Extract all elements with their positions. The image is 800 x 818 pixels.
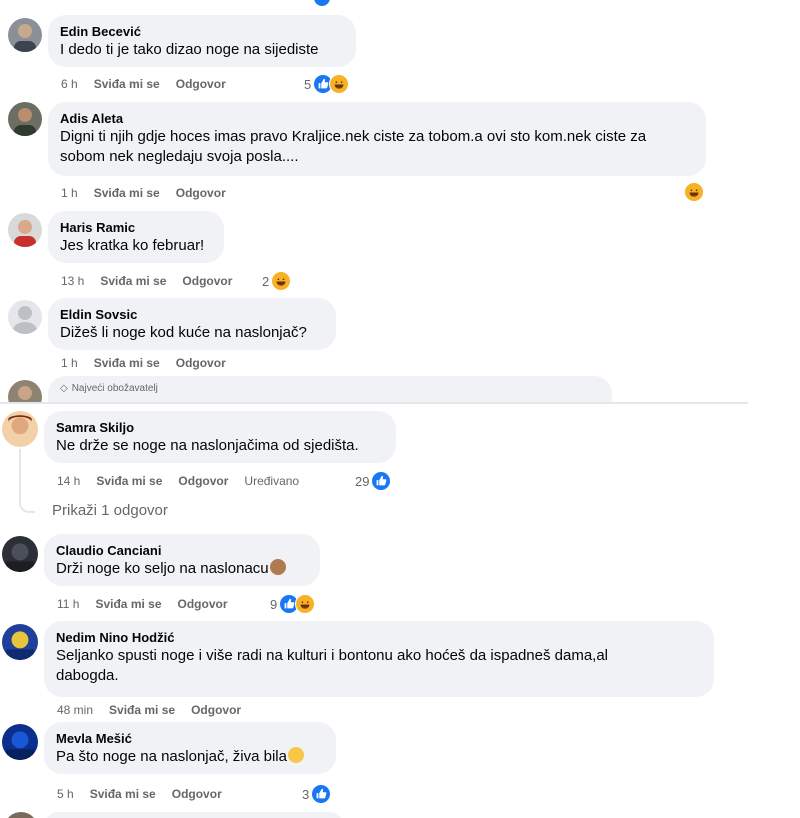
edited-label[interactable]: Uređivano (244, 474, 299, 488)
reaction-summary[interactable]: 2 (262, 271, 292, 291)
comment-time[interactable]: 48 min (57, 703, 93, 717)
comment-bubble: Mevla Mešić Pa što noge na naslonjač, ži… (44, 722, 336, 774)
reaction-summary[interactable] (684, 182, 704, 202)
commenter-name[interactable]: Haris Ramic (60, 219, 212, 236)
haha-reaction-icon (329, 74, 350, 94)
reaction-summary[interactable]: 9 (270, 594, 316, 614)
commenter-name[interactable]: Nedim Nino Hodžić (56, 629, 702, 646)
show-replies-link[interactable]: Prikaži 1 odgovor (52, 502, 168, 519)
comment-bubble: Adis Aleta Digni ti njih gdje hoces imas… (48, 102, 706, 176)
monkey-emoji-icon (269, 559, 286, 575)
diamond-icon: ◇ (60, 383, 68, 394)
badge-label: Najveći obožavatelj (71, 383, 158, 394)
reply-button[interactable]: Odgovor (172, 787, 222, 801)
comment-actions: 14 h Sviđa mi se Odgovor Uređivano (57, 474, 299, 488)
comment-text: Digni ti njih gdje hoces imas pravo Kral… (60, 128, 647, 165)
comment-time[interactable]: 6 h (61, 77, 78, 91)
comment-actions: 6 h Sviđa mi se Odgovor (61, 77, 226, 91)
comment-text: Jes kratka ko februar! (60, 237, 205, 254)
comment-time[interactable]: 13 h (61, 274, 84, 288)
comment-bubble: Edin Becević I dedo ti je tako dizao nog… (48, 15, 356, 67)
avatar[interactable] (8, 102, 42, 136)
comment-text: Ne drže se noge na naslonjačima od sjedi… (56, 437, 359, 454)
haha-reaction-icon (684, 182, 704, 202)
haha-reaction-icon (271, 271, 292, 291)
comment-time[interactable]: 14 h (57, 474, 80, 488)
comment-text: Drži noge ko seljo na naslonacu (56, 559, 308, 579)
like-button[interactable]: Sviđa mi se (95, 597, 161, 611)
reply-button[interactable]: Odgovor (178, 474, 228, 488)
like-button[interactable]: Sviđa mi se (94, 77, 160, 91)
commenter-name[interactable]: Claudio Canciani (56, 542, 308, 559)
like-button[interactable]: Sviđa mi se (100, 274, 166, 288)
comment-bubble: Claudio Canciani Drži noge ko seljo na n… (44, 534, 320, 586)
commenter-name[interactable]: Mevla Mešić (56, 730, 324, 747)
comment-actions: 1 h Sviđa mi se Odgovor (61, 186, 226, 200)
avatar[interactable] (2, 624, 38, 660)
avatar[interactable] (8, 300, 42, 334)
avatar[interactable] (8, 213, 42, 247)
commenter-name[interactable]: Adis Aleta (60, 110, 694, 127)
comment-bubble (44, 812, 344, 818)
commenter-name[interactable]: Samra Skiljo (56, 419, 384, 436)
avatar[interactable] (8, 18, 42, 52)
comment-text: Pa što noge na naslonjač, živa bila (56, 747, 324, 767)
comment-bubble: Haris Ramic Jes kratka ko februar! (48, 211, 224, 263)
like-reaction-icon (371, 471, 392, 491)
reaction-summary[interactable]: 29 (355, 471, 392, 491)
comments-top-pane: Edin Becević I dedo ti je tako dizao nog… (0, 0, 800, 402)
reply-button[interactable]: Odgovor (178, 597, 228, 611)
reaction-count: 29 (355, 473, 370, 489)
comment-actions: 48 min Sviđa mi se Odgovor (57, 703, 241, 717)
like-button[interactable]: Sviđa mi se (90, 787, 156, 801)
reaction-count: 2 (262, 273, 270, 289)
smile-emoji-icon (287, 747, 304, 763)
like-button[interactable]: Sviđa mi se (96, 474, 162, 488)
comment-bubble: Eldin Sovsic Dižeš li noge kod kuće na n… (48, 298, 336, 350)
like-reaction-icon (311, 784, 332, 804)
reaction-summary[interactable]: 3 (302, 784, 332, 804)
reaction-count: 9 (270, 596, 278, 612)
comment-time[interactable]: 11 h (57, 597, 79, 611)
avatar[interactable] (2, 724, 38, 760)
haha-reaction-icon (295, 594, 316, 614)
like-button[interactable]: Sviđa mi se (109, 703, 175, 717)
reply-button[interactable]: Odgovor (176, 77, 226, 91)
reply-button[interactable]: Odgovor (176, 356, 226, 370)
avatar[interactable] (2, 411, 38, 447)
comment-actions: 13 h Sviđa mi se Odgovor (61, 274, 232, 288)
comment-time[interactable]: 1 h (61, 186, 78, 200)
thread-line (19, 449, 35, 513)
top-fan-badge: ◇ Najveći obožavatelj (60, 383, 600, 394)
like-reaction-icon (314, 0, 330, 6)
like-button[interactable]: Sviđa mi se (94, 356, 160, 370)
like-button[interactable]: Sviđa mi se (94, 186, 160, 200)
comment-actions: 1 h Sviđa mi se Odgovor (61, 356, 226, 370)
reaction-summary[interactable]: 5 (304, 74, 350, 94)
reaction-count: 5 (304, 76, 312, 92)
reply-button[interactable]: Odgovor (191, 703, 241, 717)
comment-time[interactable]: 5 h (57, 787, 74, 801)
reaction-count: 3 (302, 786, 310, 802)
comment-actions: 5 h Sviđa mi se Odgovor (57, 787, 222, 801)
comment-bubble: Nedim Nino Hodžić Seljanko spusti noge i… (44, 621, 714, 697)
comment-bubble: Samra Skiljo Ne drže se noge na naslonja… (44, 411, 396, 463)
comment-time[interactable]: 1 h (61, 356, 78, 370)
commenter-name[interactable]: Edin Becević (60, 23, 344, 40)
avatar[interactable] (4, 812, 38, 818)
avatar[interactable] (2, 536, 38, 572)
reply-button[interactable]: Odgovor (176, 186, 226, 200)
comment-text: I dedo ti je tako dizao noge na sijedist… (60, 41, 319, 58)
commenter-name[interactable]: Eldin Sovsic (60, 306, 324, 323)
comment-bubble: ◇ Najveći obožavatelj (48, 376, 612, 402)
comment-text: Seljanko spusti noge i više radi na kult… (56, 647, 609, 684)
comment-text: Dižeš li noge kod kuće na naslonjač? (60, 324, 307, 341)
comment-actions: 11 h Sviđa mi se Odgovor (57, 597, 228, 611)
reply-button[interactable]: Odgovor (182, 274, 232, 288)
avatar[interactable] (8, 380, 42, 402)
comments-bottom-pane: Samra Skiljo Ne drže se noge na naslonja… (0, 402, 800, 818)
